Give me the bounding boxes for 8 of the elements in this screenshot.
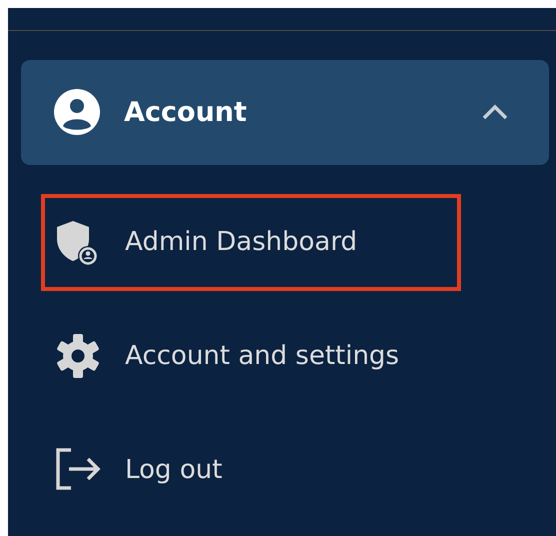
menu-item[interactable]: Account and settings [41,308,461,405]
gear-icon [55,333,101,380]
chevron-up-icon [481,104,509,121]
menu-item[interactable]: Log out [41,422,461,519]
user-icon [54,89,100,136]
header-label: Account [124,96,248,128]
menu-item[interactable]: Admin Dashboard [41,194,461,291]
account-menu-header[interactable]: Account [21,60,549,165]
